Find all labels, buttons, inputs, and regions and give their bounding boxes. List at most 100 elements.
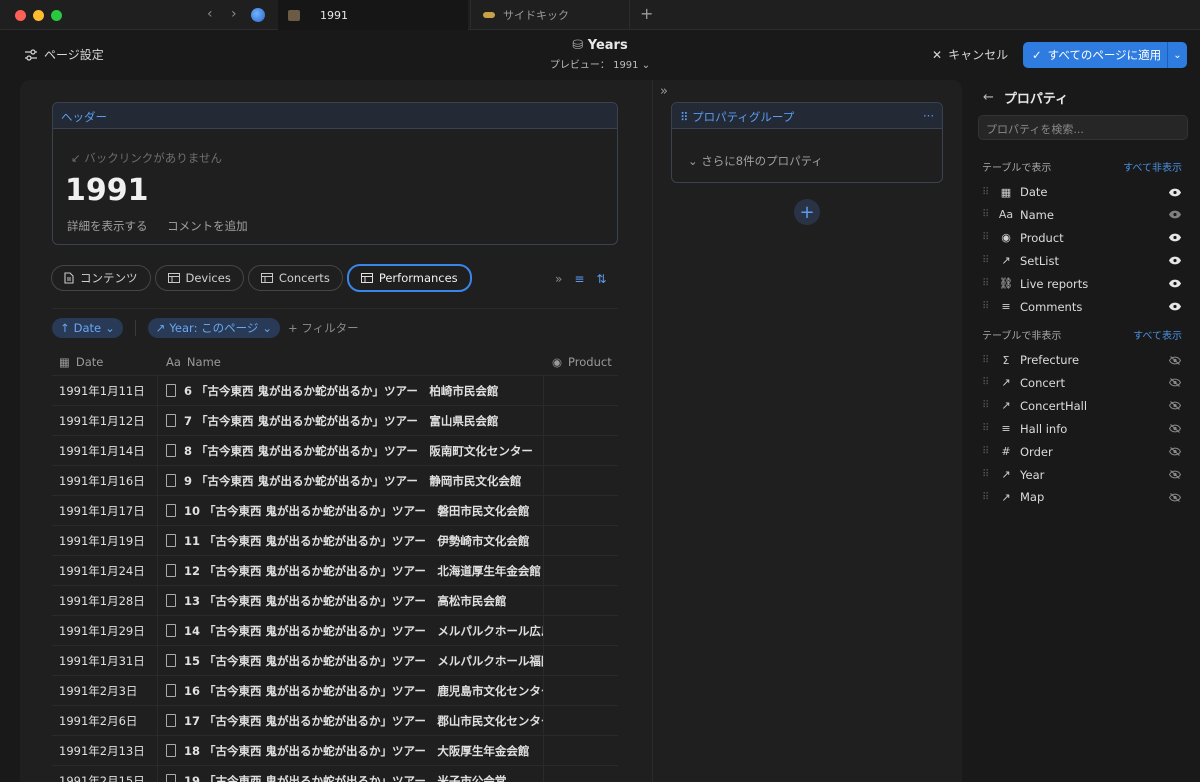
cell-name[interactable]: 9 「古今東西 鬼が出るか蛇が出るか」ツアー 静岡市民文化会館 xyxy=(158,466,544,495)
table-row[interactable]: 1991年1月16日 9 「古今東西 鬼が出るか蛇が出るか」ツアー 静岡市民文化会… xyxy=(52,466,618,496)
zoom-window-button[interactable] xyxy=(51,10,62,21)
property-item[interactable]: ⠿ ⛓ Live reports xyxy=(982,274,1182,294)
eye-icon[interactable] xyxy=(1168,277,1182,291)
cancel-button[interactable]: ✕ キャンセル xyxy=(932,46,1008,63)
table-row[interactable]: 1991年2月13日 18 「古今東西 鬼が出るか蛇が出るか」ツアー 大阪厚生年金… xyxy=(52,736,618,766)
table-row[interactable]: 1991年1月14日 8 「古今東西 鬼が出るか蛇が出るか」ツアー 阪南町文化セン… xyxy=(52,436,618,466)
cell-name[interactable]: 10 「古今東西 鬼が出るか蛇が出るか」ツアー 磐田市民文化会館 xyxy=(158,496,544,525)
cell-date[interactable]: 1991年2月13日 xyxy=(52,736,158,765)
tab-devices[interactable]: Devices xyxy=(154,265,244,291)
cell-date[interactable]: 1991年1月11日 xyxy=(52,376,158,405)
show-details-link[interactable]: 詳細を表示する xyxy=(67,219,148,233)
cell-date[interactable]: 1991年2月6日 xyxy=(52,706,158,735)
eye-off-icon[interactable] xyxy=(1168,399,1182,413)
backlinks-row[interactable]: ↙ バックリンクがありません xyxy=(71,150,222,166)
globe-icon[interactable] xyxy=(251,8,265,22)
forward-arrow-icon[interactable]: › xyxy=(231,6,237,22)
eye-icon[interactable] xyxy=(1168,254,1182,268)
eye-icon[interactable] xyxy=(1168,185,1182,199)
back-arrow-icon[interactable]: ← xyxy=(983,90,994,105)
eye-off-icon[interactable] xyxy=(1168,376,1182,390)
property-item[interactable]: ⠿ Aa Name xyxy=(982,205,1182,225)
add-filter-button[interactable]: + フィルター xyxy=(288,320,359,336)
cell-date[interactable]: 1991年1月16日 xyxy=(52,466,158,495)
drag-handle-icon[interactable]: ⠿ xyxy=(982,255,996,266)
eye-off-icon[interactable] xyxy=(1168,490,1182,504)
drag-handle-icon[interactable]: ⠿ xyxy=(680,110,688,124)
table-row[interactable]: 1991年1月12日 7 「古今東西 鬼が出るか蛇が出るか」ツアー 富山県民会館 xyxy=(52,406,618,436)
table-row[interactable]: 1991年2月6日 17 「古今東西 鬼が出るか蛇が出るか」ツアー 郡山市民文化セ… xyxy=(52,706,618,736)
cell-date[interactable]: 1991年1月28日 xyxy=(52,586,158,615)
tab-concerts[interactable]: Concerts xyxy=(247,265,343,291)
property-item[interactable]: ⠿ ↗ ConcertHall xyxy=(982,396,1182,416)
table-row[interactable]: 1991年1月28日 13 「古今東西 鬼が出るか蛇が出るか」ツアー 高松市民会館 xyxy=(52,586,618,616)
drag-handle-icon[interactable]: ⠿ xyxy=(982,492,996,503)
more-properties-toggle[interactable]: ⌄ さらに8件のプロパティ xyxy=(688,153,823,169)
apply-all-pages-button[interactable]: ✓ すべてのページに適用 ⌄ xyxy=(1023,42,1187,68)
cell-date[interactable]: 1991年1月14日 xyxy=(52,436,158,465)
collapse-double-chevron-icon[interactable]: » xyxy=(660,84,668,99)
cell-date[interactable]: 1991年1月31日 xyxy=(52,646,158,675)
drag-handle-icon[interactable]: ⠿ xyxy=(982,469,996,480)
cell-name[interactable]: 15 「古今東西 鬼が出るか蛇が出るか」ツアー メルパルクホール福岡 xyxy=(158,646,544,675)
property-search-input[interactable]: プロパティを検索... xyxy=(978,115,1188,140)
cell-name[interactable]: 13 「古今東西 鬼が出るか蛇が出るか」ツアー 高松市民会館 xyxy=(158,586,544,615)
table-row[interactable]: 1991年1月31日 15 「古今東西 鬼が出るか蛇が出るか」ツアー メルパルクホ… xyxy=(52,646,618,676)
expand-double-chevron-icon[interactable]: » xyxy=(555,272,562,286)
more-options-icon[interactable]: ··· xyxy=(923,109,934,123)
eye-icon[interactable] xyxy=(1168,231,1182,245)
drag-handle-icon[interactable]: ⠿ xyxy=(982,355,996,366)
cell-date[interactable]: 1991年1月24日 xyxy=(52,556,158,585)
browser-tab-sidekick[interactable]: サイドキック xyxy=(470,0,630,30)
cell-date[interactable]: 1991年1月12日 xyxy=(52,406,158,435)
eye-off-icon[interactable] xyxy=(1168,468,1182,482)
back-arrow-icon[interactable]: ‹ xyxy=(207,6,213,22)
property-item[interactable]: ⠿ ≡ Hall info xyxy=(982,419,1182,439)
drag-handle-icon[interactable]: ⠿ xyxy=(982,400,996,411)
property-item[interactable]: ⠿ Σ Prefecture xyxy=(982,350,1182,370)
cell-name[interactable]: 8 「古今東西 鬼が出るか蛇が出るか」ツアー 阪南町文化センター xyxy=(158,436,544,465)
table-row[interactable]: 1991年2月3日 16 「古今東西 鬼が出るか蛇が出るか」ツアー 鹿児島市文化セ… xyxy=(52,676,618,706)
drag-handle-icon[interactable]: ⠿ xyxy=(982,423,996,434)
preview-selector[interactable]: プレビュー： 1991 ⌄ xyxy=(0,56,1200,71)
drag-handle-icon[interactable]: ⠿ xyxy=(982,301,996,312)
table-row[interactable]: 1991年1月24日 12 「古今東西 鬼が出るか蛇が出るか」ツアー 北海道厚生年… xyxy=(52,556,618,586)
drag-handle-icon[interactable]: ⠿ xyxy=(982,232,996,243)
property-item[interactable]: ⠿ ↗ Concert xyxy=(982,373,1182,393)
table-row[interactable]: 1991年1月19日 11 「古今東西 鬼が出るか蛇が出るか」ツアー 伊勢崎市文化… xyxy=(52,526,618,556)
cell-date[interactable]: 1991年2月3日 xyxy=(52,676,158,705)
show-all-button[interactable]: すべて表示 xyxy=(1133,327,1182,342)
column-header-name[interactable]: Aa Name xyxy=(158,348,544,375)
hide-all-button[interactable]: すべて非表示 xyxy=(1123,159,1182,174)
drag-handle-icon[interactable]: ⠿ xyxy=(982,278,996,289)
add-section-plus-icon[interactable]: + xyxy=(794,199,820,225)
drag-handle-icon[interactable]: ⠿ xyxy=(982,187,996,198)
browser-tab-active[interactable]: 1991 xyxy=(278,0,468,30)
cell-name[interactable]: 6 「古今東西 鬼が出るか蛇が出るか」ツアー 柏崎市民会館 xyxy=(158,376,544,405)
eye-icon[interactable] xyxy=(1168,300,1182,314)
cell-name[interactable]: 12 「古今東西 鬼が出るか蛇が出るか」ツアー 北海道厚生年金会館 xyxy=(158,556,544,585)
eye-off-icon[interactable] xyxy=(1168,422,1182,436)
cell-name[interactable]: 17 「古今東西 鬼が出るか蛇が出るか」ツアー 郡山市民文化センター xyxy=(158,706,544,735)
eye-off-icon[interactable] xyxy=(1168,353,1182,367)
property-item[interactable]: ⠿ # Order xyxy=(982,442,1182,462)
property-item[interactable]: ⠿ ↗ Map xyxy=(982,487,1182,507)
drag-handle-icon[interactable]: ⠿ xyxy=(982,446,996,457)
cell-name[interactable]: 19 「古今東西 鬼が出るか蛇が出るか」ツアー 米子市公会堂 xyxy=(158,766,544,782)
new-tab-plus-icon[interactable]: + xyxy=(640,4,653,23)
property-group-section[interactable]: ⠿ プロパティグループ ··· ⌄ さらに8件のプロパティ xyxy=(671,102,943,183)
close-window-button[interactable] xyxy=(15,10,26,21)
table-row[interactable]: 1991年1月29日 14 「古今東西 鬼が出るか蛇が出るか」ツアー メルパルクホ… xyxy=(52,616,618,646)
drag-handle-icon[interactable]: ⠿ xyxy=(982,209,996,220)
filter-icon[interactable]: ≡ xyxy=(574,272,584,286)
apply-dropdown-chevron-icon[interactable]: ⌄ xyxy=(1167,42,1187,68)
table-row[interactable]: 1991年1月17日 10 「古今東西 鬼が出るか蛇が出るか」ツアー 磐田市民文化… xyxy=(52,496,618,526)
drag-handle-icon[interactable]: ⠿ xyxy=(982,377,996,388)
column-header-product[interactable]: ◉ Product xyxy=(544,355,618,369)
add-comment-link[interactable]: コメントを追加 xyxy=(167,219,248,233)
property-item[interactable]: ⠿ ▦ Date xyxy=(982,182,1182,202)
column-header-date[interactable]: ▦ Date xyxy=(52,348,158,375)
tab-contents[interactable]: コンテンツ xyxy=(51,265,151,291)
cell-date[interactable]: 1991年1月17日 xyxy=(52,496,158,525)
cell-name[interactable]: 11 「古今東西 鬼が出るか蛇が出るか」ツアー 伊勢崎市文化会館 xyxy=(158,526,544,555)
